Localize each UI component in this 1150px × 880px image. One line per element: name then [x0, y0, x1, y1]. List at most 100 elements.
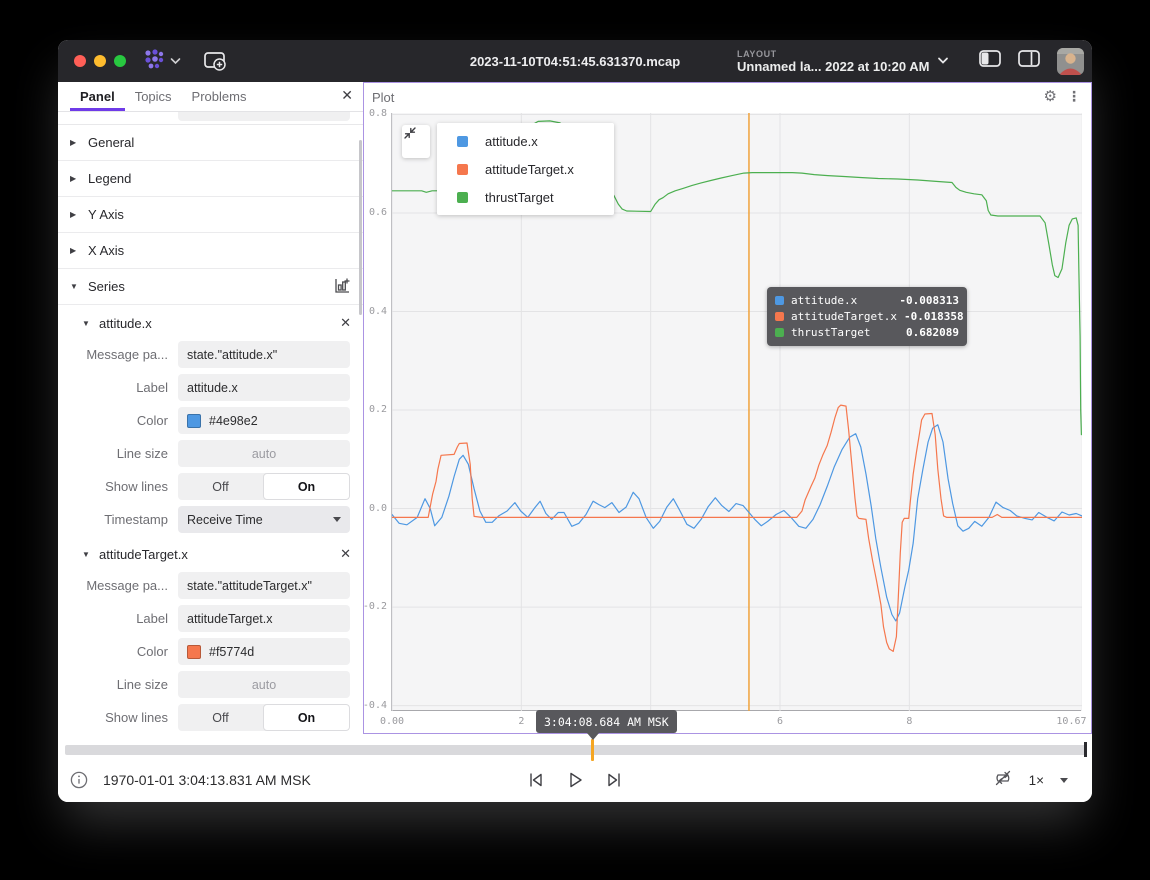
tooltip-series-value: -0.018358: [904, 310, 964, 323]
show-lines-on[interactable]: On: [263, 473, 350, 500]
data-source-title[interactable]: 2023-11-10T04:51:45.631370.mcap: [470, 54, 680, 69]
series-color-swatch: [457, 164, 468, 175]
legend-item-attitude-x[interactable]: attitude.x: [437, 127, 614, 155]
color-input[interactable]: #f5774d: [178, 638, 350, 665]
section-x-axis[interactable]: ▶ X Axis: [58, 233, 363, 269]
remove-series-icon[interactable]: ✕: [340, 315, 351, 331]
section-general-label: General: [88, 135, 134, 150]
tooltip-series-value: -0.008313: [899, 294, 959, 307]
section-y-axis[interactable]: ▶ Y Axis: [58, 197, 363, 233]
color-label: Color: [58, 644, 178, 659]
series-name: attitudeTarget.x: [99, 547, 188, 562]
layout-menu[interactable]: LAYOUT Unnamed la... 2022 at 10:20 AM: [737, 49, 949, 74]
chart-value-tooltip: attitude.x -0.008313 attitudeTarget.x -0…: [767, 287, 967, 346]
section-x-axis-label: X Axis: [88, 243, 124, 258]
color-swatch[interactable]: [187, 645, 201, 659]
legend-item-attitude-target-x[interactable]: attitudeTarget.x: [437, 155, 614, 183]
show-lines-on[interactable]: On: [263, 704, 350, 731]
tooltip-series-name: attitude.x: [791, 294, 857, 307]
series-color-swatch: [775, 312, 784, 321]
show-lines-off[interactable]: Off: [178, 704, 263, 731]
playback-timestamp[interactable]: 1970-01-01 3:04:13.831 AM MSK: [103, 760, 311, 800]
user-avatar[interactable]: [1057, 48, 1084, 75]
caret-down-icon: ▼: [82, 319, 91, 328]
label-input[interactable]: attitudeTarget.x: [178, 605, 350, 632]
legend-label: attitudeTarget.x: [485, 162, 574, 177]
left-sidebar-toggle-icon[interactable]: [979, 50, 1001, 72]
x-tick-label: 0.00: [380, 716, 404, 727]
playback-info-icon[interactable]: [70, 771, 88, 794]
minimize-window-button[interactable]: [94, 55, 106, 67]
line-size-label: Line size: [58, 677, 178, 692]
panel-settings-gear-icon[interactable]: ⚙: [1044, 87, 1057, 105]
show-lines-label: Show lines: [58, 710, 178, 725]
playback-speed[interactable]: 1×: [1029, 773, 1044, 788]
message-path-label: Message pa...: [58, 578, 178, 593]
color-label: Color: [58, 413, 178, 428]
legend-item-thrust-target[interactable]: thrustTarget: [437, 183, 614, 211]
line-size-input[interactable]: auto: [178, 440, 350, 467]
chart-plot-area[interactable]: 0.80.60.40.20.0-0.2-0.4 0.00246810.67 at…: [391, 113, 1081, 711]
caret-right-icon: ▶: [70, 246, 79, 255]
x-tick-label: 6: [777, 716, 783, 727]
app-logo-icon[interactable]: [142, 47, 166, 76]
loop-off-icon[interactable]: [993, 768, 1013, 793]
playback-playhead[interactable]: [591, 739, 594, 761]
zoom-window-button[interactable]: [114, 55, 126, 67]
section-y-axis-label: Y Axis: [88, 207, 124, 222]
speed-dropdown-caret-icon[interactable]: [1060, 778, 1068, 783]
playback-scrubber-track[interactable]: [65, 745, 1086, 755]
series-editor-attitude-target-x: ▼ attitudeTarget.x ✕ Message pa... state…: [58, 539, 363, 734]
line-size-label: Line size: [58, 446, 178, 461]
legend-label: attitude.x: [485, 134, 538, 149]
y-tick-label: 0.6: [347, 207, 387, 218]
message-path-input[interactable]: state."attitudeTarget.x": [178, 572, 350, 599]
settings-sidebar: Panel Topics Problems ✕ Title Plot ▶ Gen…: [58, 82, 363, 734]
panel-menu-kebab-icon[interactable]: ⋮: [1067, 88, 1081, 105]
layout-name: Unnamed la... 2022 at 10:20 AM: [737, 59, 929, 74]
series-color-swatch: [457, 136, 468, 147]
caret-down-icon: ▼: [82, 550, 91, 559]
section-legend-label: Legend: [88, 171, 131, 186]
sidebar-scrollbar[interactable]: [359, 140, 362, 315]
timestamp-label: Timestamp: [58, 512, 178, 527]
right-sidebar-toggle-icon[interactable]: [1018, 50, 1040, 72]
legend-collapse-button[interactable]: [402, 125, 430, 158]
color-swatch[interactable]: [187, 414, 201, 428]
timestamp-select[interactable]: Receive Time: [178, 506, 350, 533]
plot-panel[interactable]: Plot ⚙ ⋮ 0.80.60.40.20.0-0.2-0.4 0.00246…: [363, 82, 1092, 734]
seek-backward-button[interactable]: [526, 770, 546, 795]
series-color-swatch: [775, 296, 784, 305]
series-header[interactable]: ▼ attitudeTarget.x ✕: [58, 539, 363, 569]
tooltip-row: attitude.x -0.008313: [775, 292, 959, 308]
close-window-button[interactable]: [74, 55, 86, 67]
remove-series-icon[interactable]: ✕: [340, 546, 351, 562]
section-series-label: Series: [88, 279, 125, 294]
title-field-input[interactable]: Plot: [178, 112, 350, 121]
add-series-icon[interactable]: [334, 277, 351, 297]
tab-panel[interactable]: Panel: [70, 82, 125, 111]
series-color-swatch: [457, 192, 468, 203]
tooltip-series-name: thrustTarget: [791, 326, 870, 339]
series-header[interactable]: ▼ attitude.x ✕: [58, 308, 363, 338]
tab-topics[interactable]: Topics: [125, 82, 182, 111]
show-lines-off[interactable]: Off: [178, 473, 263, 500]
caret-right-icon: ▶: [70, 174, 79, 183]
tooltip-row: attitudeTarget.x -0.018358: [775, 308, 959, 324]
line-size-input[interactable]: auto: [178, 671, 350, 698]
add-panel-button[interactable]: [203, 50, 227, 72]
color-input[interactable]: #4e98e2: [178, 407, 350, 434]
app-menu-chevron-down-icon[interactable]: [170, 52, 181, 70]
playback-end-marker: [1084, 742, 1087, 757]
series-editor-attitude-x: ▼ attitude.x ✕ Message pa... state."atti…: [58, 308, 363, 536]
section-legend[interactable]: ▶ Legend: [58, 161, 363, 197]
seek-forward-button[interactable]: [604, 770, 624, 795]
title-field-label: Title: [58, 112, 178, 115]
section-series[interactable]: ▼ Series: [58, 269, 363, 305]
tab-problems[interactable]: Problems: [182, 82, 257, 111]
label-input[interactable]: attitude.x: [178, 374, 350, 401]
play-button[interactable]: [565, 770, 585, 795]
sidebar-close-icon[interactable]: ✕: [341, 87, 353, 104]
section-general[interactable]: ▶ General: [58, 125, 363, 161]
message-path-input[interactable]: state."attitude.x": [178, 341, 350, 368]
